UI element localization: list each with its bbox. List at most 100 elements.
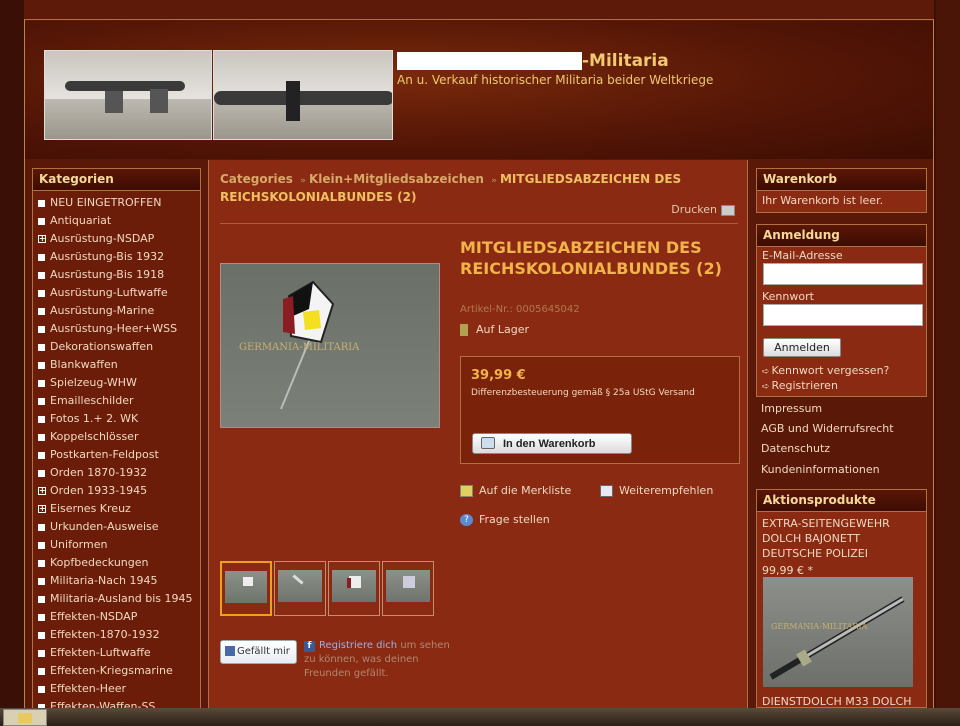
categories-box: Kategorien NEU EINGETROFFEN Antiquariat + A… (32, 168, 201, 726)
category-label: Orden 1933-1945 (50, 484, 148, 497)
category-item[interactable]: Militaria-Ausland bis 1945 (33, 590, 200, 608)
like-label: Gefällt mir (237, 646, 290, 657)
categories-title: Kategorien (33, 169, 200, 191)
expand-icon: + (38, 234, 46, 243)
breadcrumb-parent[interactable]: Klein+Mitgliedsabzeichen (309, 172, 484, 186)
category-item[interactable]: Effekten-Kriegsmarine (33, 662, 200, 680)
category-label: Effekten-Luftwaffe (50, 646, 151, 659)
category-item[interactable]: Effekten-NSDAP (33, 608, 200, 626)
bullet-icon (38, 631, 45, 639)
category-item[interactable]: + Orden 1933-1945 (33, 482, 200, 500)
facebook-like-button[interactable]: Gefällt mir (220, 640, 297, 664)
category-item[interactable]: Emailleschilder (33, 392, 200, 410)
category-label: Kopfbedeckungen (50, 556, 149, 569)
register-link[interactable]: ➪ Registrieren (762, 379, 838, 392)
impressum-link[interactable]: Impressum (761, 402, 822, 415)
product-thumbnail-4[interactable] (382, 561, 434, 616)
category-item[interactable]: Ausrüstung-Bis 1932 (33, 248, 200, 266)
article-number: Artikel-Nr.: 0005645042 (460, 304, 580, 315)
category-item[interactable]: Ausrüstung-Bis 1918 (33, 266, 200, 284)
category-item[interactable]: Uniformen (33, 536, 200, 554)
category-label: Effekten-Kriegsmarine (50, 664, 173, 677)
bullet-icon (38, 217, 45, 225)
category-item[interactable]: Kopfbedeckungen (33, 554, 200, 572)
print-link[interactable]: Drucken (671, 203, 735, 216)
category-item[interactable]: Orden 1870-1932 (33, 464, 200, 482)
product-thumbnail-2[interactable] (274, 561, 326, 616)
site-header: -Militaria An u. Verkauf historischer Mi… (25, 21, 933, 159)
breadcrumb-root[interactable]: Categories (220, 172, 293, 186)
arrow-icon: ➪ (762, 382, 770, 392)
divider (220, 223, 738, 224)
category-item[interactable]: Effekten-Luftwaffe (33, 644, 200, 662)
stock-status: Auf Lager (460, 323, 529, 336)
category-item[interactable]: Ausrüstung-Marine (33, 302, 200, 320)
bullet-icon (38, 667, 45, 675)
category-item[interactable]: + Eisernes Kreuz (33, 500, 200, 518)
bullet-icon (38, 433, 45, 441)
category-item[interactable]: + Ausrüstung-NSDAP (33, 230, 200, 248)
bullet-icon (38, 649, 45, 657)
bullet-icon (38, 343, 45, 351)
specials-box: Aktionsprodukte EXTRA-SEITENGEWEHR DOLCH… (756, 489, 927, 708)
product-main-image[interactable]: GERMANIA-MILITARIA (220, 263, 440, 428)
category-item[interactable]: Spielzeug-WHW (33, 374, 200, 392)
login-title: Anmeldung (757, 225, 926, 247)
specials-title: Aktionsprodukte (757, 490, 926, 512)
kundeninformationen-link[interactable]: Kundeninformationen (761, 463, 880, 476)
category-item[interactable]: Ausrüstung-Heer+WSS (33, 320, 200, 338)
category-item[interactable]: Effekten-Heer (33, 680, 200, 698)
redacted-name (397, 52, 582, 70)
datenschutz-link[interactable]: Datenschutz (761, 442, 830, 455)
category-label: Militaria-Ausland bis 1945 (50, 592, 193, 605)
bullet-icon (38, 595, 45, 603)
product-content: Categories » Klein+Mitgliedsabzeichen » MI… (208, 160, 748, 726)
wishlist-link[interactable]: Auf die Merkliste (460, 484, 571, 497)
category-label: Fotos 1.+ 2. WK (50, 412, 139, 425)
category-item[interactable]: NEU EINGETROFFEN (33, 194, 200, 212)
recommend-link[interactable]: Weiterempfehlen (600, 484, 713, 497)
category-item[interactable]: Fotos 1.+ 2. WK (33, 410, 200, 428)
expand-icon: + (38, 486, 46, 495)
facebook-icon: f (304, 641, 315, 652)
image-watermark: GERMANIA-MILITARIA (771, 622, 868, 631)
category-item[interactable]: Blankwaffen (33, 356, 200, 374)
login-button[interactable]: Anmelden (763, 338, 841, 357)
category-label: Spielzeug-WHW (50, 376, 137, 389)
taskbar-folder-button[interactable] (3, 709, 47, 726)
category-item[interactable]: Dekorationswaffen (33, 338, 200, 356)
product-thumbnail-3[interactable] (328, 561, 380, 616)
category-label: Orden 1870-1932 (50, 466, 148, 479)
category-item[interactable]: Koppelschlösser (33, 428, 200, 446)
special-item-image[interactable]: GERMANIA-MILITARIA (763, 577, 913, 687)
category-item[interactable]: Postkarten-Feldpost (33, 446, 200, 464)
facebook-register-link[interactable]: Registriere dich (319, 640, 397, 651)
email-field[interactable] (763, 263, 923, 285)
site-title[interactable]: -Militaria (397, 51, 669, 71)
password-field[interactable] (763, 304, 923, 326)
taskbar (0, 708, 960, 726)
category-item[interactable]: Effekten-1870-1932 (33, 626, 200, 644)
category-item[interactable]: Urkunden-Ausweise (33, 518, 200, 536)
product-thumbnail-1[interactable] (220, 561, 272, 616)
category-item[interactable]: Ausrüstung-Luftwaffe (33, 284, 200, 302)
category-label: Postkarten-Feldpost (50, 448, 159, 461)
category-item[interactable]: Antiquariat (33, 212, 200, 230)
category-label: Blankwaffen (50, 358, 118, 371)
category-label: NEU EINGETROFFEN (50, 196, 162, 209)
agb-link[interactable]: AGB und Widerrufsrecht (761, 422, 894, 435)
add-to-cart-button[interactable]: In den Warenkorb (472, 433, 632, 454)
bullet-icon (38, 361, 45, 369)
bullet-icon (38, 451, 45, 459)
cart-title: Warenkorb (757, 169, 926, 191)
bullet-icon (38, 469, 45, 477)
badge-pin-illustration: GERMANIA-MILITARIA (239, 280, 360, 410)
special-item-name[interactable]: EXTRA-SEITENGEWEHR DOLCH BAJONETT DEUTSC… (757, 512, 926, 564)
ask-question-link[interactable]: ? Frage stellen (460, 513, 550, 526)
category-label: Koppelschlösser (50, 430, 139, 443)
forgot-password-link[interactable]: ➪ Kennwort vergessen? (762, 364, 889, 377)
category-item[interactable]: Militaria-Nach 1945 (33, 572, 200, 590)
thumbnail-image (225, 571, 267, 603)
tax-note[interactable]: Differenzbesteuerung gemäß § 25a UStG Ve… (471, 388, 695, 398)
bullet-icon (38, 199, 45, 207)
